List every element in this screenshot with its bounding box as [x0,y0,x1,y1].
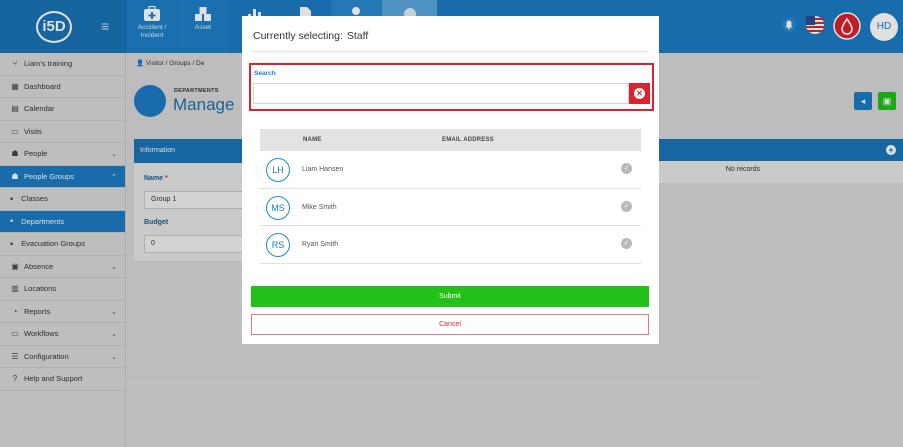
divider [252,51,649,52]
staff-name: Liam Hansen [302,166,344,173]
modal-title-prefix: Currently selecting: [253,30,343,42]
avatar: MS [266,195,290,220]
check-icon[interactable]: ✓ [621,238,632,249]
table-row[interactable]: LH Liam Hansen ✓ [260,151,641,189]
table-row[interactable]: MS Mike Smith ✓ [260,189,641,226]
table-header: NAME EMAIL ADDRESS [260,129,641,151]
search-input[interactable] [253,83,629,104]
search-label: Search [254,70,276,77]
staff-table: NAME EMAIL ADDRESS LH Liam Hansen ✓ MS M… [260,129,641,264]
modal-title: Currently selecting: Staff [253,30,368,42]
cancel-button[interactable]: Cancel [251,314,649,335]
column-header-email[interactable]: EMAIL ADDRESS [442,137,494,143]
select-staff-modal: Currently selecting: Staff Search ✕ NAME … [242,16,659,344]
column-header-name[interactable]: NAME [303,137,321,143]
avatar: LH [266,158,290,182]
modal-title-value: Staff [346,30,369,42]
staff-name: Ryan Smith [302,241,339,248]
submit-button[interactable]: Submit [251,286,649,307]
close-icon: ✕ [634,88,645,99]
table-row[interactable]: RS Ryan Smith ✓ [260,226,641,264]
search-section: Search ✕ [249,63,654,111]
check-icon[interactable]: ✓ [621,200,632,212]
clear-search-button[interactable]: ✕ [629,83,650,104]
staff-name: Mike Smith [302,203,337,211]
avatar: RS [266,233,290,257]
check-icon[interactable]: ✓ [621,163,632,174]
